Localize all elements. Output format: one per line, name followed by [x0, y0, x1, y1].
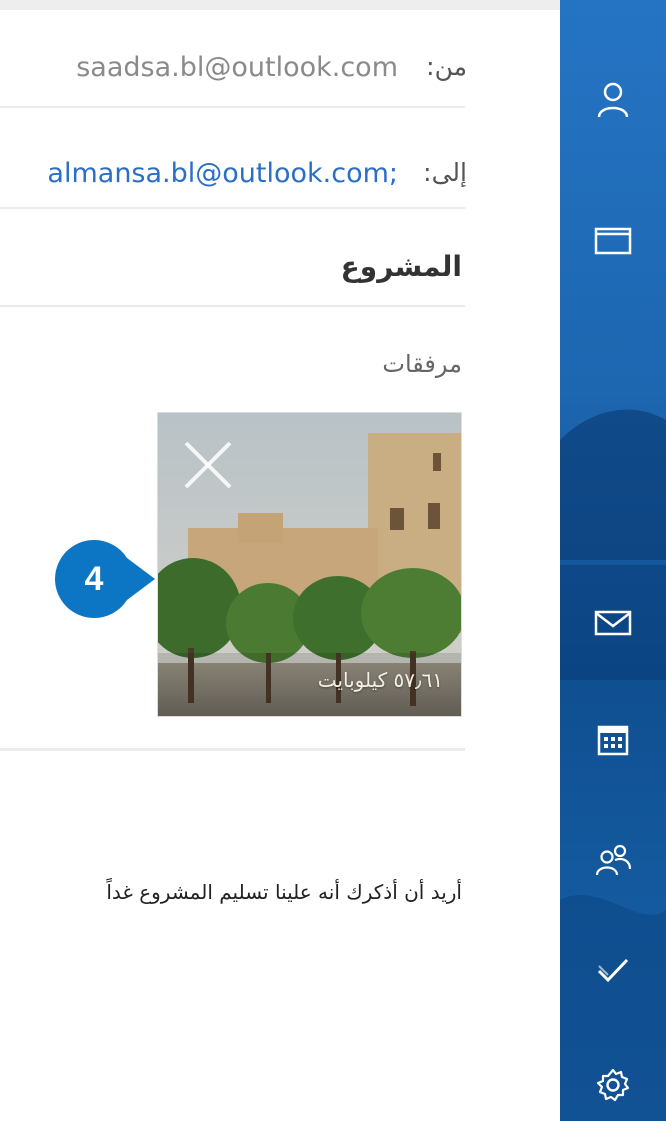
attachment-thumbnail[interactable]: ٥٧٫٦١ كيلوبايت [158, 413, 461, 716]
calendar-icon [597, 725, 629, 756]
from-label: من: [426, 52, 467, 81]
compose-top-border [0, 0, 560, 10]
checkmark-icon [597, 958, 629, 983]
mail-icon [594, 610, 632, 635]
to-divider [0, 207, 465, 209]
subject-divider [0, 305, 465, 307]
attachment-size: ٥٧٫٦١ كيلوبايت [317, 668, 443, 692]
to-label: إلى: [423, 158, 467, 187]
sidebar-item-todo[interactable] [560, 930, 666, 1010]
sidebar-item-calendar[interactable] [560, 700, 666, 780]
gear-icon [596, 1068, 630, 1102]
person-icon [597, 82, 629, 118]
attachments-divider [0, 748, 465, 751]
step-callout: 4 [55, 540, 163, 618]
sidebar-item-settings[interactable] [560, 1045, 666, 1121]
sidebar-item-people[interactable] [560, 820, 666, 900]
sidebar-item-accounts[interactable] [560, 60, 666, 140]
callout-number: 4 [84, 560, 104, 598]
subject-field[interactable]: المشروع [341, 250, 462, 283]
sidebar-item-mail[interactable] [560, 565, 666, 680]
sidebar-item-folders[interactable] [560, 200, 666, 280]
from-divider [0, 106, 465, 108]
close-icon[interactable] [180, 437, 236, 493]
attachments-label: مرفقات [382, 350, 462, 378]
message-body[interactable]: أريد أن أذكرك أنه علينا تسليم المشروع غد… [106, 880, 462, 904]
from-address: saadsa.bl@outlook.com [76, 52, 398, 83]
people-icon [595, 844, 632, 876]
body-overflow-fade [0, 870, 40, 920]
folder-icon [594, 227, 632, 255]
app-sidebar [560, 0, 666, 1121]
to-recipient[interactable]: almansa.bl@outlook.com; [47, 158, 398, 189]
compose-pane: saadsa.bl@outlook.com من: almansa.bl@out… [0, 10, 560, 1121]
